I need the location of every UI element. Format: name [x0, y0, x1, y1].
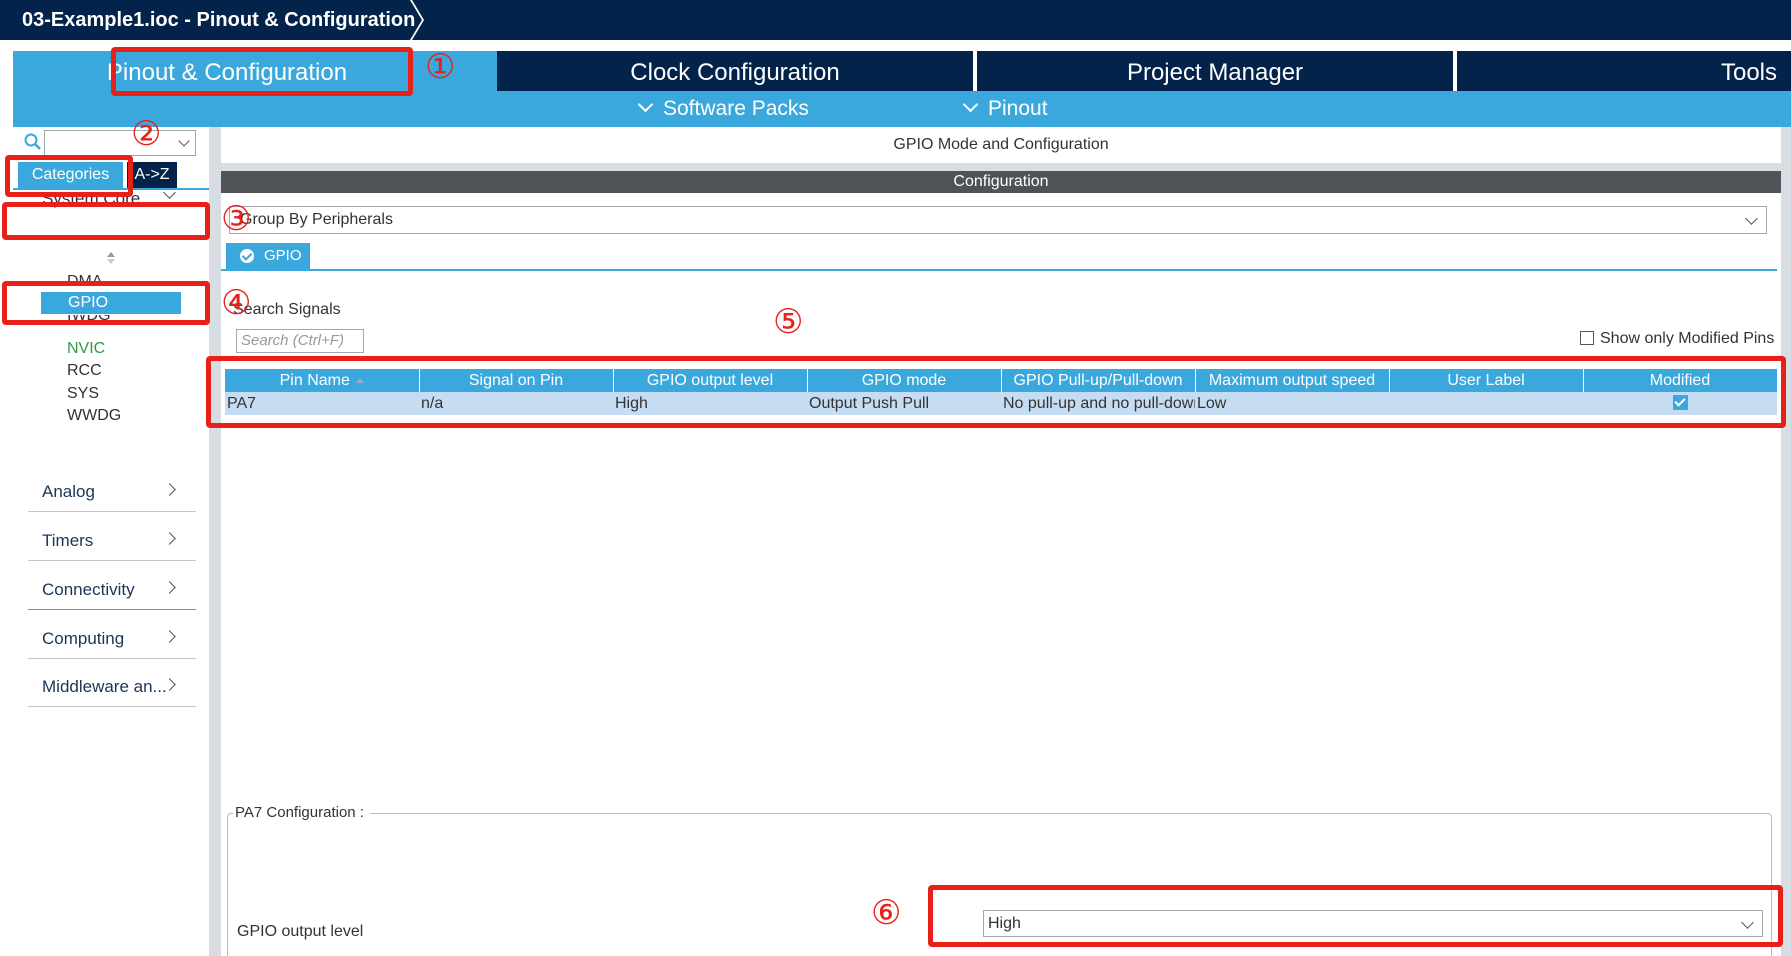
chevron-down-icon [178, 135, 190, 147]
sub-navigation-bar: Software Packs Pinout [13, 91, 1791, 127]
mode-panel-title: GPIO Mode and Configuration [893, 136, 1109, 153]
category-label: Middleware an... [42, 677, 167, 696]
annotation-box-1 [111, 47, 413, 96]
gpio-mode-configuration-panel: GPIO Mode and Configuration Configuratio… [221, 127, 1791, 956]
check-circle-icon [240, 249, 254, 263]
title-bar-fill [422, 2, 1791, 38]
subcat-wwdg[interactable]: WWDG [67, 407, 121, 425]
chevron-down-icon [1745, 212, 1758, 225]
window-title-text: 03-Example1.ioc - Pinout & Configuration [22, 9, 416, 31]
chevron-right-icon [163, 483, 176, 496]
category-computing[interactable]: Computing [28, 619, 196, 659]
chevron-right-icon [163, 532, 176, 545]
checkbox-label: Show only Modified Pins [1600, 330, 1775, 347]
group-by-select[interactable]: Group By Peripherals [229, 206, 1767, 234]
pinout-label: Pinout [988, 97, 1048, 120]
annotation-box-4 [2, 281, 210, 325]
subcat-label: WWDG [67, 407, 122, 424]
category-analog[interactable]: Analog [28, 472, 196, 512]
pinout-menu[interactable]: Pinout [962, 91, 1048, 127]
category-label: Computing [42, 629, 125, 648]
panel-splitter[interactable] [209, 127, 221, 956]
chevron-down-icon [962, 96, 979, 113]
category-timers[interactable]: Timers [28, 521, 196, 561]
tab-label: Clock Configuration [630, 59, 840, 86]
annotation-number-5: ⑤ [773, 302, 804, 342]
search-signals-input[interactable]: Search (Ctrl+F) [236, 329, 364, 353]
right-splitter[interactable] [1781, 127, 1791, 956]
subcat-label: RCC [67, 362, 102, 379]
breadcrumb-chevron-icon [410, 0, 424, 40]
tab-label: GPIO [264, 247, 302, 264]
scroll-up-icon[interactable] [105, 251, 117, 265]
annotation-number-6: ⑥ [871, 893, 902, 933]
annotation-box-6 [928, 885, 1783, 947]
tab-project-manager[interactable]: Project Manager [977, 51, 1453, 91]
annotation-number-4: ④ [221, 283, 252, 323]
tab-label: Project Manager [1126, 59, 1304, 86]
annotation-number-1: ① [425, 47, 456, 87]
annotation-number-2: ② [131, 114, 162, 154]
mode-panel-strip [221, 163, 1781, 171]
category-middleware[interactable]: Middleware an... [28, 667, 196, 707]
software-packs-menu[interactable]: Software Packs [637, 91, 809, 127]
annotation-box-3 [2, 202, 210, 240]
chevron-right-icon [163, 581, 176, 594]
checkbox-icon [1580, 331, 1594, 345]
subcat-label: NVIC [67, 340, 106, 357]
search-icon[interactable] [23, 132, 43, 152]
tab-clock-configuration[interactable]: Clock Configuration [497, 51, 973, 91]
annotation-number-3: ③ [221, 199, 252, 239]
tab-underline [221, 269, 1777, 271]
tab-tools[interactable]: Tools [1457, 51, 1791, 91]
software-packs-label: Software Packs [663, 97, 809, 120]
annotation-box-5 [206, 356, 1786, 428]
subcat-nvic[interactable]: NVIC [67, 340, 105, 358]
gpio-output-level-label: GPIO output level [237, 923, 364, 940]
subcat-rcc[interactable]: RCC [67, 362, 102, 380]
category-label: Analog [42, 482, 95, 501]
tab-label: Tools [1720, 59, 1778, 86]
group-by-value: Group By Peripherals [240, 211, 393, 228]
show-modified-pins-checkbox[interactable]: Show only Modified Pins [1580, 330, 1774, 348]
pa7-configuration-title: PA7 Configuration : [233, 804, 370, 821]
category-connectivity[interactable]: Connectivity [28, 570, 196, 610]
category-label: Timers [42, 531, 94, 550]
window-title: 03-Example1.ioc - Pinout & Configuration [0, 0, 424, 40]
category-search-combo[interactable] [44, 130, 196, 156]
chevron-right-icon [163, 630, 176, 643]
subcat-sys[interactable]: SYS [67, 385, 99, 403]
configuration-header: Configuration [221, 171, 1781, 193]
category-label: Connectivity [42, 580, 135, 599]
tab-gpio[interactable]: GPIO [226, 243, 310, 269]
left-categories-panel: Categories A->Z System Core DMA GPIO IWD… [13, 127, 209, 956]
chevron-down-icon [163, 186, 176, 199]
chevron-down-icon [637, 96, 654, 113]
subcat-label: SYS [67, 385, 100, 402]
annotation-box-2 [5, 155, 133, 197]
